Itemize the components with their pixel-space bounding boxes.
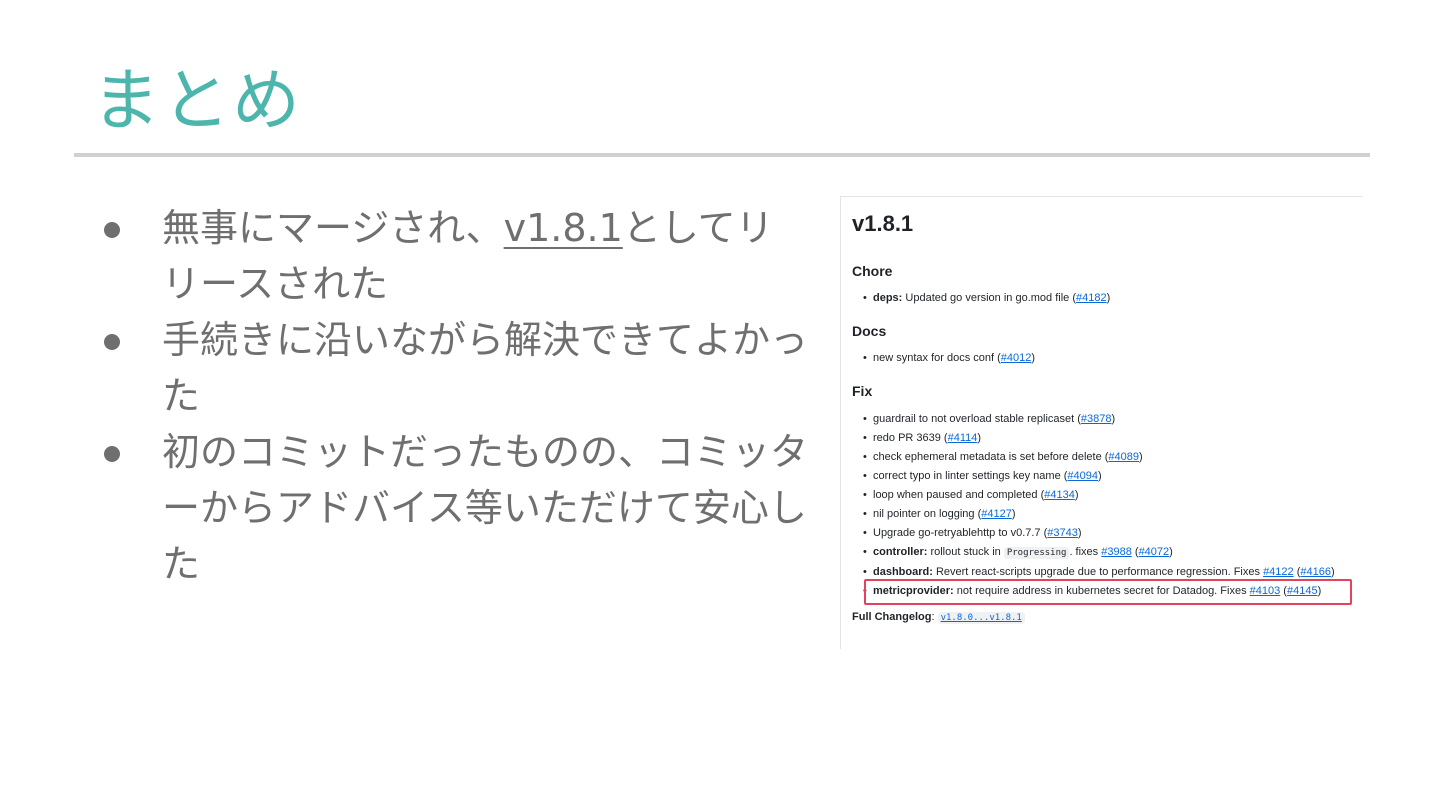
- docs-list: new syntax for docs conf (#4012): [861, 349, 1356, 368]
- bullet-dot-icon: [104, 222, 120, 238]
- list-item: check ephemeral metadata is set before d…: [861, 448, 1356, 467]
- inline-code: Progressing: [1003, 547, 1070, 559]
- release-notes-screenshot: v1.8.1 Chore deps: Updated go version in…: [840, 196, 1363, 649]
- bullet-item-procedure: 手続きに沿いながら解決できてよかった: [100, 312, 810, 424]
- bullet-item-first-commit: 初のコミットだったものの、コミッターからアドバイス等いただけて安心した: [100, 424, 810, 592]
- item-text: Upgrade go-retryablehttp to v0.7.7 (: [873, 527, 1048, 539]
- summary-bullet-list: 無事にマージされ、v1.8.1としてリリースされた 手続きに沿いながら解決できて…: [100, 200, 810, 592]
- item-scope: deps:: [873, 292, 903, 304]
- pr-link[interactable]: #4166: [1300, 566, 1331, 578]
- list-item: nil pointer on logging (#4127): [861, 505, 1356, 524]
- pr-link[interactable]: #4072: [1139, 546, 1170, 558]
- full-changelog: Full Changelog: v1.8.0...v1.8.1: [852, 611, 1025, 624]
- item-text: rollout stuck in: [927, 546, 1004, 558]
- pr-link[interactable]: #4122: [1263, 566, 1294, 578]
- list-item: correct typo in linter settings key name…: [861, 467, 1356, 486]
- list-item: redo PR 3639 (#4114): [861, 429, 1356, 448]
- item-scope: dashboard:: [873, 566, 933, 578]
- full-changelog-label: Full Changelog: [852, 611, 932, 623]
- item-tail: ): [1098, 470, 1102, 482]
- list-item: controller: rollout stuck in Progressing…: [861, 543, 1356, 563]
- list-item: loop when paused and completed (#4134): [861, 486, 1356, 505]
- bullet-item-released: 無事にマージされ、v1.8.1としてリリースされた: [100, 200, 810, 312]
- item-text: check ephemeral metadata is set before d…: [873, 451, 1109, 463]
- title-divider: [74, 153, 1370, 157]
- fix-list: guardrail to not overload stable replica…: [861, 410, 1356, 601]
- highlight-box: [864, 579, 1352, 605]
- bullet-dot-icon: [104, 446, 120, 462]
- item-tail: ): [977, 432, 982, 444]
- item-text: new syntax for docs conf (: [873, 352, 1001, 364]
- full-changelog-link[interactable]: v1.8.0...v1.8.1: [937, 612, 1025, 624]
- item-text: Revert react-scripts upgrade due to perf…: [932, 566, 1264, 578]
- bullet-text: 手続きに沿いながら解決できてよかった: [162, 318, 809, 418]
- pr-link[interactable]: #3878: [1081, 413, 1112, 425]
- slide-title: まとめ: [92, 62, 303, 141]
- release-version-heading: v1.8.1: [852, 211, 914, 236]
- full-changelog-sep: :: [931, 611, 938, 623]
- section-heading-chore: Chore: [852, 263, 893, 279]
- item-scope: controller:: [873, 546, 928, 558]
- item-text: redo PR 3639 (: [873, 432, 948, 444]
- bullet-dot-icon: [104, 334, 120, 350]
- pr-link[interactable]: #4127: [981, 508, 1012, 520]
- item-tail: ): [1031, 352, 1036, 364]
- item-text: loop when paused and completed (: [873, 489, 1045, 501]
- item-text: (: [1131, 546, 1139, 558]
- item-text: correct typo in linter settings key name…: [873, 470, 1068, 482]
- bullet-text: 初のコミットだったものの、コミッターからアドバイス等いただけて安心した: [162, 430, 809, 586]
- list-item: guardrail to not overload stable replica…: [861, 410, 1356, 429]
- item-text: nil pointer on logging (: [873, 508, 982, 520]
- item-tail: ): [1139, 451, 1143, 463]
- list-item: new syntax for docs conf (#4012): [861, 349, 1356, 368]
- item-tail: ): [1106, 292, 1111, 304]
- section-heading-docs: Docs: [852, 323, 887, 339]
- item-tail: ): [1169, 546, 1173, 558]
- pr-link[interactable]: #4114: [948, 432, 978, 444]
- release-version-link[interactable]: v1.8.1: [504, 206, 623, 250]
- item-tail: ): [1330, 566, 1335, 578]
- item-tail: ): [1111, 413, 1116, 425]
- item-text: . fixes: [1069, 546, 1102, 558]
- pr-link[interactable]: #4012: [1001, 352, 1032, 364]
- item-tail: ): [1077, 527, 1082, 539]
- pr-link[interactable]: #4094: [1067, 470, 1098, 482]
- bullet-text-pre: 無事にマージされ、: [162, 206, 504, 250]
- pr-link[interactable]: #3988: [1101, 546, 1132, 558]
- pr-link[interactable]: #3743: [1047, 527, 1078, 539]
- item-tail: ): [1074, 489, 1079, 501]
- pr-link[interactable]: #4182: [1076, 292, 1107, 304]
- pr-link[interactable]: #4134: [1044, 489, 1075, 501]
- item-text: guardrail to not overload stable replica…: [873, 413, 1081, 425]
- item-tail: ): [1011, 508, 1016, 520]
- list-item: deps: Updated go version in go.mod file …: [861, 289, 1356, 308]
- item-text: Updated go version in go.mod file (: [902, 292, 1076, 304]
- list-item: Upgrade go-retryablehttp to v0.7.7 (#374…: [861, 524, 1356, 543]
- pr-link[interactable]: #4089: [1108, 451, 1139, 463]
- section-heading-fix: Fix: [852, 383, 873, 399]
- chore-list: deps: Updated go version in go.mod file …: [861, 289, 1356, 308]
